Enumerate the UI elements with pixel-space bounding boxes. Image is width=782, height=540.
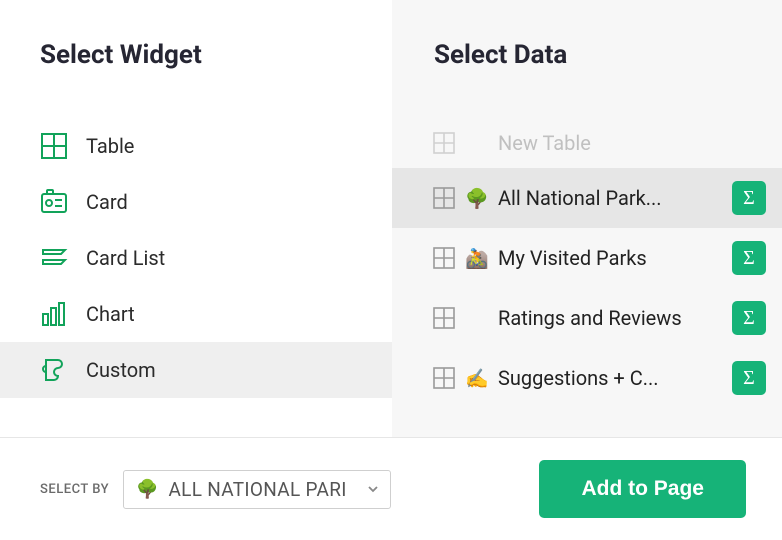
widget-item-label: Table xyxy=(86,134,134,158)
select-widget-title: Select Widget xyxy=(0,40,392,118)
widget-item-custom[interactable]: Custom xyxy=(0,342,392,398)
table-icon xyxy=(432,366,456,390)
select-by-value: ALL NATIONAL PARI xyxy=(168,478,356,501)
widget-item-label: Custom xyxy=(86,358,156,382)
data-item-new-table: New Table xyxy=(392,118,782,168)
data-item-suggestions[interactable]: ✍️ Suggestions + C... Σ xyxy=(392,348,782,408)
chevron-down-icon xyxy=(366,482,380,496)
data-list: New Table 🌳 All National Park... Σ 🚵 My xyxy=(392,118,782,408)
chart-icon xyxy=(40,300,68,328)
data-item-ratings-and-reviews[interactable]: Ratings and Reviews Σ xyxy=(392,288,782,348)
custom-icon xyxy=(40,356,68,384)
widget-item-chart[interactable]: Chart xyxy=(0,286,392,342)
data-item-label: All National Park... xyxy=(498,186,724,210)
widget-item-label: Card xyxy=(86,190,128,214)
data-item-emoji: 🌳 xyxy=(464,187,490,210)
select-data-panel: Select Data New Table 🌳 All National Par… xyxy=(392,0,782,437)
sigma-button[interactable]: Σ xyxy=(732,361,766,395)
widget-item-table[interactable]: Table xyxy=(0,118,392,174)
cardlist-icon xyxy=(40,244,68,272)
data-item-emoji: ✍️ xyxy=(464,367,490,390)
footer: SELECT BY 🌳 ALL NATIONAL PARI Add to Pag… xyxy=(0,437,782,540)
sigma-button[interactable]: Σ xyxy=(732,241,766,275)
table-icon xyxy=(432,186,456,210)
data-item-label: Suggestions + C... xyxy=(498,366,724,390)
select-by-emoji: 🌳 xyxy=(136,479,158,500)
select-widget-panel: Select Widget Table Card xyxy=(0,0,392,437)
widget-item-label: Card List xyxy=(86,246,165,270)
sigma-button[interactable]: Σ xyxy=(732,301,766,335)
table-icon xyxy=(432,131,456,155)
table-icon xyxy=(432,246,456,270)
widget-list: Table Card Card List xyxy=(0,118,392,398)
add-to-page-button[interactable]: Add to Page xyxy=(539,460,746,518)
data-item-label: Ratings and Reviews xyxy=(498,306,724,330)
widget-item-cardlist[interactable]: Card List xyxy=(0,230,392,286)
widget-item-card[interactable]: Card xyxy=(0,174,392,230)
table-icon xyxy=(40,132,68,160)
data-item-all-national-parks[interactable]: 🌳 All National Park... Σ xyxy=(392,168,782,228)
card-icon xyxy=(40,188,68,216)
data-item-emoji: 🚵 xyxy=(464,247,490,270)
data-item-label: My Visited Parks xyxy=(498,246,724,270)
select-by-group: SELECT BY 🌳 ALL NATIONAL PARI xyxy=(40,470,391,509)
select-data-title: Select Data xyxy=(392,40,782,118)
select-by-label: SELECT BY xyxy=(40,482,109,497)
data-item-my-visited-parks[interactable]: 🚵 My Visited Parks Σ xyxy=(392,228,782,288)
select-by-dropdown[interactable]: 🌳 ALL NATIONAL PARI xyxy=(123,470,391,509)
table-icon xyxy=(432,306,456,330)
sigma-button[interactable]: Σ xyxy=(732,181,766,215)
widget-item-label: Chart xyxy=(86,302,135,326)
data-item-label: New Table xyxy=(498,131,766,155)
